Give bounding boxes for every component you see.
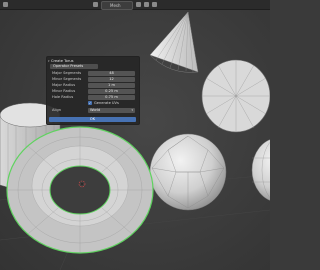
viewport-header: Mesh (0, 0, 270, 10)
generate-uvs-label: Generate UVs (94, 101, 119, 105)
align-label: Align (52, 108, 62, 112)
minor-radius-field[interactable]: 0.25 m (88, 89, 135, 94)
minor-radius-label: Minor Radius (52, 89, 76, 93)
major-radius-label: Major Radius (52, 83, 76, 87)
major-segments-label: Major Segments (52, 71, 82, 75)
hole-radius-field[interactable]: 0.75 m (88, 95, 135, 100)
hole-radius-row: Hole Radius 0.75 m (50, 95, 136, 100)
snap-icon[interactable] (93, 2, 98, 7)
operator-presets-dropdown[interactable]: Operator Presets (50, 64, 98, 69)
3d-viewport[interactable]: Mesh ▾ Create Torus Operator Presets Maj… (0, 0, 270, 270)
cone-mesh[interactable] (149, 11, 199, 73)
major-segments-field[interactable]: 48 (88, 71, 135, 76)
hole-radius-label: Hole Radius (52, 95, 74, 99)
overlay-icon[interactable] (144, 2, 149, 7)
viewport-scene (0, 11, 270, 270)
minor-segments-label: Minor Segments (52, 77, 82, 81)
align-dropdown[interactable]: World ▾ (88, 108, 135, 113)
generate-uvs-row: ✓ Generate UVs (50, 101, 136, 106)
minor-segments-row: Minor Segments 12 (50, 77, 136, 82)
torus-mesh-selected[interactable] (6, 126, 154, 254)
major-segments-row: Major Segments 48 (50, 71, 136, 76)
minor-segments-field[interactable]: 12 (88, 77, 135, 82)
align-row: Align World ▾ (50, 108, 136, 113)
collapse-chevron-icon[interactable]: ▾ (48, 59, 50, 63)
minor-radius-row: Minor Radius 0.25 m (50, 89, 136, 94)
mode-selector[interactable]: Mesh (101, 1, 133, 10)
generate-uvs-checkbox[interactable]: ✓ (88, 101, 92, 105)
major-radius-field[interactable]: 1 m (88, 83, 135, 88)
chevron-down-icon: ▾ (131, 108, 133, 112)
adjust-last-operation-panel: ▾ Create Torus Operator Presets Major Se… (46, 56, 140, 125)
icosphere-mesh[interactable] (149, 133, 227, 211)
align-value: World (90, 108, 101, 112)
proportional-edit-icon[interactable] (136, 2, 141, 7)
panel-title[interactable]: Create Torus (51, 59, 74, 63)
editor-type-icon[interactable] (3, 2, 8, 7)
uv-sphere-mesh[interactable] (251, 138, 270, 202)
major-radius-row: Major Radius 1 m (50, 83, 136, 88)
cone-base-disc-mesh[interactable] (201, 59, 270, 133)
shading-icon[interactable] (152, 2, 157, 7)
ok-button[interactable]: OK (49, 117, 136, 122)
